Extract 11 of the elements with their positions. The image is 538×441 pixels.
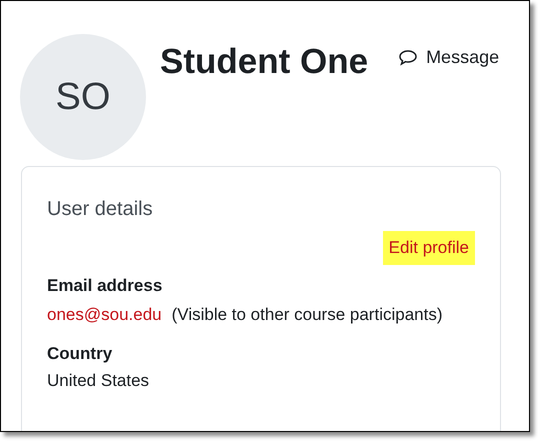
email-link[interactable]: ones@sou.edu <box>47 304 162 324</box>
edit-profile-link[interactable]: Edit profile <box>382 231 475 264</box>
field-value: United States <box>47 370 150 392</box>
field-label: Country <box>47 342 114 364</box>
card-title: User details <box>47 197 154 222</box>
avatar-initials: SO <box>56 74 110 120</box>
profile-name: Student One <box>160 41 368 83</box>
field-label: Email address <box>47 274 164 296</box>
visibility-note: (Visible to other course participants) <box>172 304 442 324</box>
message-button[interactable]: Message <box>398 44 500 71</box>
speech-bubble-icon <box>398 48 418 66</box>
